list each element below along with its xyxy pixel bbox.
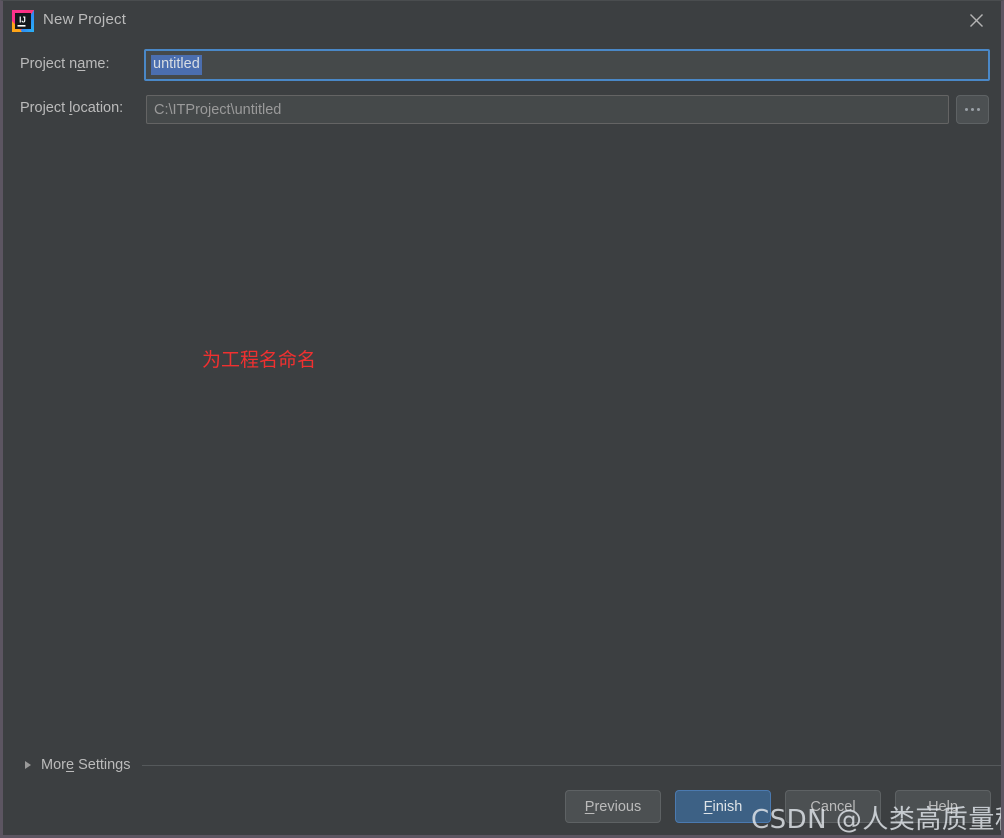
intellij-idea-icon: IJ bbox=[11, 9, 35, 33]
svg-text:IJ: IJ bbox=[19, 16, 26, 25]
ellipsis-dot-1 bbox=[965, 108, 968, 111]
dialog-titlebar: IJ New Project bbox=[3, 1, 1001, 41]
project-location-label-text: Project bbox=[20, 100, 70, 116]
finish-button[interactable]: Finish bbox=[675, 790, 771, 823]
more-settings-separator bbox=[142, 764, 1001, 766]
project-location-label-tail: ocation: bbox=[72, 100, 124, 116]
project-name-value: untitled bbox=[151, 55, 202, 75]
help-button-label: Help bbox=[928, 798, 958, 815]
project-name-input[interactable]: untitled bbox=[144, 49, 990, 81]
finish-button-mnemonic: F bbox=[703, 798, 713, 815]
new-project-dialog: IJ New Project Project name: untitled Pr… bbox=[0, 0, 1004, 838]
cancel-button-label: Cancel bbox=[810, 798, 856, 815]
more-settings-label-mnemonic: e bbox=[65, 757, 75, 773]
project-location-input[interactable]: C:\ITProject\untitled bbox=[146, 95, 949, 124]
dialog-button-bar: Previous Finish Cancel Help bbox=[565, 790, 991, 823]
chevron-right-icon bbox=[25, 761, 31, 769]
ellipsis-icon[interactable] bbox=[956, 95, 989, 124]
cancel-button[interactable]: Cancel bbox=[785, 790, 881, 823]
more-settings-label: More Settings bbox=[41, 757, 130, 773]
help-button[interactable]: Help bbox=[895, 790, 991, 823]
more-settings-label-tail: Settings bbox=[74, 757, 131, 773]
project-name-label-tail: me: bbox=[85, 56, 110, 72]
more-settings-row: More Settings bbox=[23, 753, 1001, 777]
project-location-value: C:\ITProject\untitled bbox=[154, 101, 282, 118]
previous-button-label-tail: revious bbox=[594, 798, 642, 815]
more-settings-toggle[interactable]: More Settings bbox=[23, 757, 130, 773]
annotation-text: 为工程名命名 bbox=[202, 349, 317, 371]
project-location-label: Project location: bbox=[20, 100, 123, 116]
previous-button-mnemonic: P bbox=[584, 798, 595, 815]
ellipsis-dot-2 bbox=[971, 108, 974, 111]
close-icon[interactable] bbox=[955, 3, 997, 37]
finish-button-label-tail: inish bbox=[712, 798, 743, 815]
dialog-title: New Project bbox=[43, 11, 127, 28]
project-name-label-text: Project n bbox=[20, 56, 78, 72]
more-settings-label-text: Mor bbox=[41, 757, 66, 773]
previous-button[interactable]: Previous bbox=[565, 790, 661, 823]
ellipsis-dot-3 bbox=[977, 108, 980, 111]
project-name-label: Project name: bbox=[20, 56, 109, 72]
